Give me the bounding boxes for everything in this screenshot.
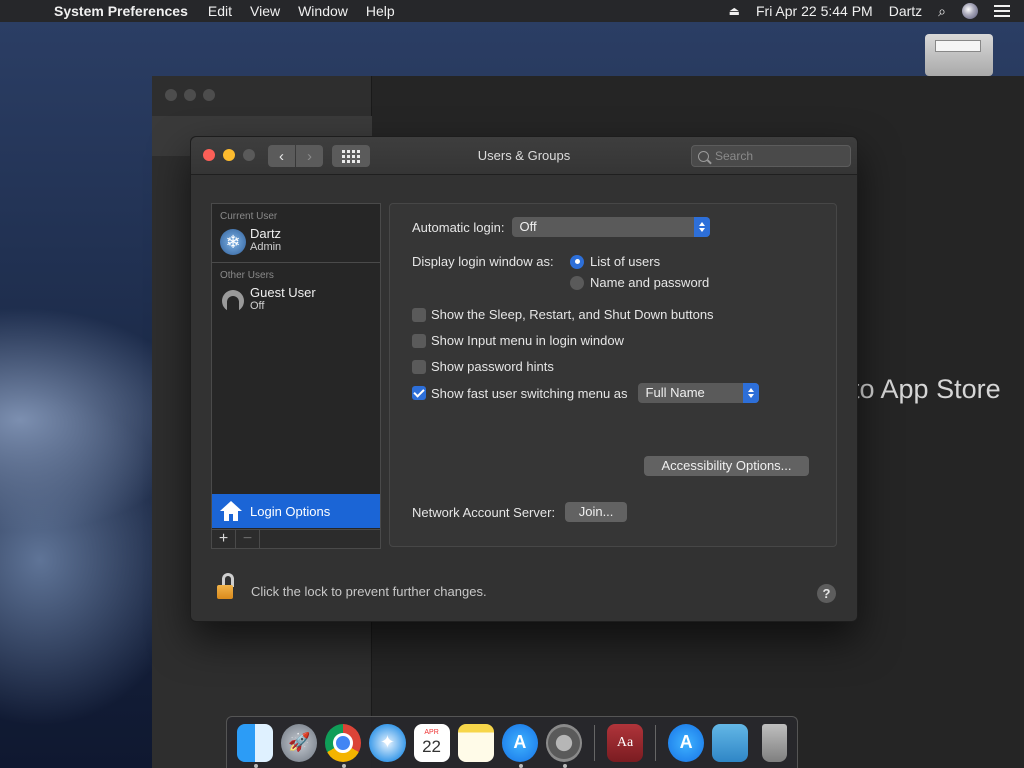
- lock-open-icon[interactable]: [217, 573, 235, 601]
- menu-clock[interactable]: Fri Apr 22 5:44 PM: [756, 3, 873, 19]
- dock-notes-icon[interactable]: [457, 723, 494, 762]
- display-login-label: Display login window as:: [412, 254, 554, 269]
- background-heading: to App Store: [852, 374, 1001, 404]
- search-icon: [698, 150, 709, 162]
- automatic-login-value: Off: [519, 219, 537, 234]
- menu-window[interactable]: Window: [298, 3, 348, 19]
- join-button[interactable]: Join...: [565, 502, 628, 522]
- checkbox[interactable]: [412, 307, 426, 322]
- siri-icon[interactable]: [962, 3, 978, 19]
- login-options-item[interactable]: Login Options: [212, 494, 380, 528]
- fast-switch-value: Full Name: [645, 385, 705, 400]
- login-options-panel: Automatic login: Off Display login windo…: [389, 203, 837, 547]
- house-icon: [220, 501, 242, 521]
- user-name: Dartz: [250, 226, 282, 241]
- menu-app-name[interactable]: System Preferences: [54, 3, 188, 19]
- checkbox-input-menu[interactable]: Show Input menu in login window: [412, 333, 624, 348]
- accessibility-row: Accessibility Options...: [644, 456, 809, 476]
- radio-button[interactable]: [570, 254, 584, 269]
- background-window-controls: [165, 89, 222, 101]
- search-input[interactable]: [715, 149, 835, 163]
- notification-center-icon[interactable]: [994, 5, 1010, 17]
- dock-finder-icon[interactable]: [237, 723, 274, 768]
- dock-safari-icon[interactable]: ✦: [369, 723, 406, 762]
- automatic-login-popup[interactable]: Off: [511, 217, 710, 237]
- menu-view[interactable]: View: [250, 3, 280, 19]
- checkbox-sleep-restart-shutdown[interactable]: Show the Sleep, Restart, and Shut Down b…: [412, 307, 714, 322]
- menu-edit[interactable]: Edit: [208, 3, 232, 19]
- user-row-dartz[interactable]: ❄ Dartz Admin: [212, 224, 380, 260]
- help-button[interactable]: ?: [817, 584, 836, 603]
- dock-app-store-download-icon[interactable]: A: [668, 723, 705, 762]
- checkbox-label: Show Input menu in login window: [431, 333, 624, 348]
- calendar-day: 22: [422, 737, 442, 756]
- disk-drive-icon[interactable]: [925, 34, 993, 76]
- user-name: Guest User: [250, 285, 316, 300]
- snowflake-avatar-icon: ❄: [220, 229, 246, 255]
- login-options-label: Login Options: [250, 503, 331, 519]
- dock-separator: [655, 724, 657, 761]
- calendar-month: APR: [424, 729, 439, 736]
- dock-trash-icon[interactable]: [762, 723, 787, 762]
- checkbox[interactable]: [412, 359, 426, 374]
- user-row-guest[interactable]: Guest User Off: [212, 283, 380, 319]
- radio-button[interactable]: [570, 275, 584, 290]
- user-list: Current User ❄ Dartz Admin Other Users G…: [211, 203, 381, 549]
- network-account-label: Network Account Server:: [412, 504, 556, 520]
- fast-switch-popup[interactable]: Full Name: [637, 383, 759, 403]
- checkbox-password-hints[interactable]: Show password hints: [412, 359, 554, 374]
- menu-bar: System Preferences Edit View Window Help…: [0, 0, 1024, 22]
- eject-icon[interactable]: ⏏: [729, 4, 740, 18]
- dock-separator: [594, 724, 595, 761]
- users-groups-window: ‹ › Users & Groups Current User ❄ Dartz …: [190, 136, 858, 622]
- other-users-label: Other Users: [220, 270, 274, 281]
- radio-list-of-users[interactable]: List of users: [570, 254, 660, 269]
- display-login-label-row: Display login window as:: [412, 254, 554, 269]
- checkbox[interactable]: [412, 386, 426, 400]
- user-role: Admin: [250, 241, 282, 253]
- checkbox-label: Show the Sleep, Restart, and Shut Down b…: [431, 307, 714, 322]
- popup-arrows-icon: [693, 217, 710, 237]
- menu-bar-extras: ⏏ Fri Apr 22 5:44 PM Dartz ⌕: [713, 0, 1010, 22]
- user-role: Off: [250, 300, 265, 312]
- spotlight-icon[interactable]: ⌕: [938, 3, 946, 20]
- lock-message: Click the lock to prevent further change…: [251, 584, 487, 599]
- checkbox-label: Show password hints: [431, 359, 554, 374]
- menu-help[interactable]: Help: [366, 3, 395, 19]
- dock-system-preferences-icon[interactable]: [545, 723, 582, 768]
- person-icon: [222, 290, 244, 312]
- add-remove-bar: + −: [211, 529, 381, 549]
- dock-downloads-folder-icon[interactable]: [712, 723, 749, 762]
- radio-name-and-password[interactable]: Name and password: [570, 275, 709, 290]
- search-field[interactable]: [691, 145, 851, 167]
- popup-arrows-icon: [742, 383, 759, 403]
- menu-user-name[interactable]: Dartz: [889, 3, 922, 19]
- title-bar[interactable]: ‹ › Users & Groups: [191, 137, 857, 175]
- radio-label: Name and password: [590, 275, 710, 290]
- remove-user-button[interactable]: −: [236, 530, 260, 548]
- radio-label: List of users: [590, 254, 661, 269]
- dock: 🚀 ✦ APR 22 A Aa A: [226, 716, 798, 768]
- network-account-row: Network Account Server: Join...: [412, 502, 628, 522]
- dock-app-store-icon[interactable]: A: [501, 723, 538, 768]
- current-user-label: Current User: [220, 211, 278, 222]
- automatic-login-row: Automatic login: Off: [412, 217, 710, 237]
- add-user-button[interactable]: +: [212, 530, 236, 548]
- dock-dictionary-icon[interactable]: Aa: [606, 723, 644, 762]
- checkbox-label: Show fast user switching menu as: [431, 385, 628, 401]
- dock-launchpad-icon[interactable]: 🚀: [281, 723, 318, 762]
- checkbox[interactable]: [412, 333, 426, 348]
- dock-chrome-icon[interactable]: [325, 723, 362, 768]
- dock-calendar-icon[interactable]: APR 22: [413, 723, 450, 762]
- automatic-login-label: Automatic login:: [412, 219, 505, 235]
- accessibility-options-button[interactable]: Accessibility Options...: [644, 456, 809, 476]
- checkbox-fast-user-switching[interactable]: Show fast user switching menu as Full Na…: [412, 383, 759, 403]
- guest-avatar: [220, 288, 246, 314]
